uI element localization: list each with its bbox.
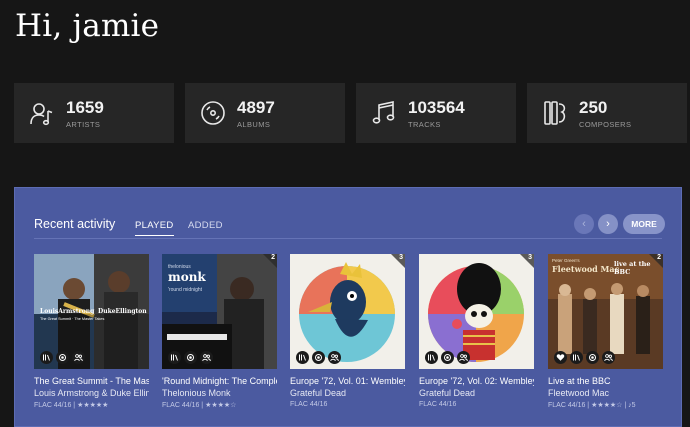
album-title[interactable]: Europe '72, Vol. 01: Wembley Empire Pool [290, 376, 405, 386]
album-meta: FLAC 44/16 [419, 401, 457, 408]
album-cover[interactable]: LouisArmstrong DukeEllington The Great S… [34, 254, 149, 369]
divider [34, 238, 662, 239]
radio-icon [59, 354, 66, 361]
stat-value: 1659 [66, 97, 104, 117]
disc-count: 3 [528, 254, 532, 261]
credits-button[interactable] [602, 351, 615, 364]
cover-text: The Great Summit · The Master Takes [40, 317, 105, 321]
stat-value: 103564 [408, 97, 465, 117]
greeting: Hi, jamie [15, 8, 160, 44]
next-button[interactable]: › [598, 214, 618, 234]
library-button[interactable] [296, 351, 309, 364]
album-title[interactable]: Europe '72, Vol. 02: Wembley Empire Pool [419, 376, 534, 386]
credits-button[interactable] [457, 351, 470, 364]
disc-count: 3 [399, 254, 403, 261]
stat-value: 250 [579, 97, 608, 117]
album-meta: FLAC 44/16 [290, 401, 328, 408]
album-icon [201, 101, 225, 125]
credits-button[interactable] [72, 351, 85, 364]
album-card[interactable]: 3 Europe '72, Vol. 02: Wembley Empire Po… [419, 254, 534, 408]
radio-icon [187, 354, 194, 361]
tab-added[interactable]: ADDED [188, 220, 223, 231]
album-artist[interactable]: Fleetwood Mac [548, 388, 663, 398]
play-radio-button[interactable] [441, 351, 454, 364]
album-title[interactable]: Live at the BBC [548, 376, 663, 386]
credits-button[interactable] [200, 351, 213, 364]
recent-activity-panel: Recent activity PLAYED ADDED ‹ › MORE Lo [14, 187, 682, 427]
people-icon [330, 354, 339, 362]
stat-label: ARTISTS [66, 119, 101, 129]
library-stats: 1659 ARTISTS 4897 ALBUMS 103564 TRACKS 2… [14, 83, 687, 143]
album-card[interactable]: LouisArmstrong DukeEllington The Great S… [34, 254, 149, 409]
library-icon [171, 354, 178, 361]
album-cover[interactable]: thelonious monk 'round midnight 2 [162, 254, 277, 369]
stat-value: 4897 [237, 97, 275, 117]
play-radio-button[interactable] [312, 351, 325, 364]
album-cover[interactable]: Peter Green's Fleetwood Mac live at the … [548, 254, 663, 369]
album-artist[interactable]: Grateful Dead [290, 388, 405, 398]
album-meta: FLAC 44/16 | ★★★★☆ | ♪5 [548, 402, 636, 409]
album-cover[interactable]: 3 [419, 254, 534, 369]
album-meta: FLAC 44/16 | ★★★★☆ [162, 402, 237, 409]
radio-icon [589, 354, 596, 361]
album-card[interactable]: 3 Europe '72, Vol. 01: Wembley Empire Po… [290, 254, 405, 408]
panel-title: Recent activity [34, 217, 116, 231]
library-icon [573, 354, 580, 361]
play-radio-button[interactable] [56, 351, 69, 364]
radio-icon [315, 354, 322, 361]
cover-text: monk [168, 270, 206, 284]
album-card[interactable]: thelonious monk 'round midnight 2 'Round… [162, 254, 277, 409]
tab-played[interactable]: PLAYED [135, 220, 174, 236]
library-button[interactable] [570, 351, 583, 364]
play-radio-button[interactable] [586, 351, 599, 364]
people-icon [202, 354, 211, 362]
album-card[interactable]: Peter Green's Fleetwood Mac live at the … [548, 254, 663, 409]
previous-button[interactable]: ‹ [574, 214, 594, 234]
library-icon [299, 354, 306, 361]
library-button[interactable] [425, 351, 438, 364]
stat-composers[interactable]: 250 COMPOSERS [527, 83, 687, 143]
cover-text: Fleetwood Mac [552, 264, 620, 274]
artist-icon [30, 103, 53, 126]
disc-count: 2 [657, 254, 661, 261]
stat-artists[interactable]: 1659 ARTISTS [14, 83, 174, 143]
credits-button[interactable] [328, 351, 341, 364]
stat-label: TRACKS [408, 119, 441, 129]
cover-text: LouisArmstrong [40, 308, 95, 315]
album-title[interactable]: The Great Summit - The Master Takes [34, 376, 149, 386]
people-icon [604, 354, 613, 362]
library-button[interactable] [168, 351, 181, 364]
people-icon [74, 354, 83, 362]
composer-icon [544, 101, 566, 125]
disc-count: 2 [271, 254, 275, 261]
music-note-icon [372, 101, 395, 124]
more-button[interactable]: MORE [623, 214, 665, 234]
stat-label: COMPOSERS [579, 119, 632, 129]
play-radio-button[interactable] [184, 351, 197, 364]
album-artist[interactable]: Louis Armstrong & Duke Ellington [34, 388, 149, 398]
album-artist[interactable]: Grateful Dead [419, 388, 534, 398]
library-icon [43, 354, 50, 361]
album-title[interactable]: 'Round Midnight: The Complete Blue Note … [162, 376, 277, 386]
library-button[interactable] [40, 351, 53, 364]
cover-text: Peter Green's [552, 258, 580, 263]
cover-text: DukeEllington [98, 308, 147, 315]
heart-icon [556, 354, 565, 361]
favorite-button[interactable] [554, 351, 567, 364]
album-cover[interactable]: 3 [290, 254, 405, 369]
radio-icon [444, 354, 451, 361]
stat-albums[interactable]: 4897 ALBUMS [185, 83, 345, 143]
album-artist[interactable]: Thelonious Monk [162, 388, 277, 398]
cover-text: 'round midnight [168, 287, 203, 293]
stat-tracks[interactable]: 103564 TRACKS [356, 83, 516, 143]
library-icon [428, 354, 435, 361]
album-meta: FLAC 44/16 | ★★★★★ [34, 402, 109, 409]
people-icon [459, 354, 468, 362]
stat-label: ALBUMS [237, 119, 271, 129]
